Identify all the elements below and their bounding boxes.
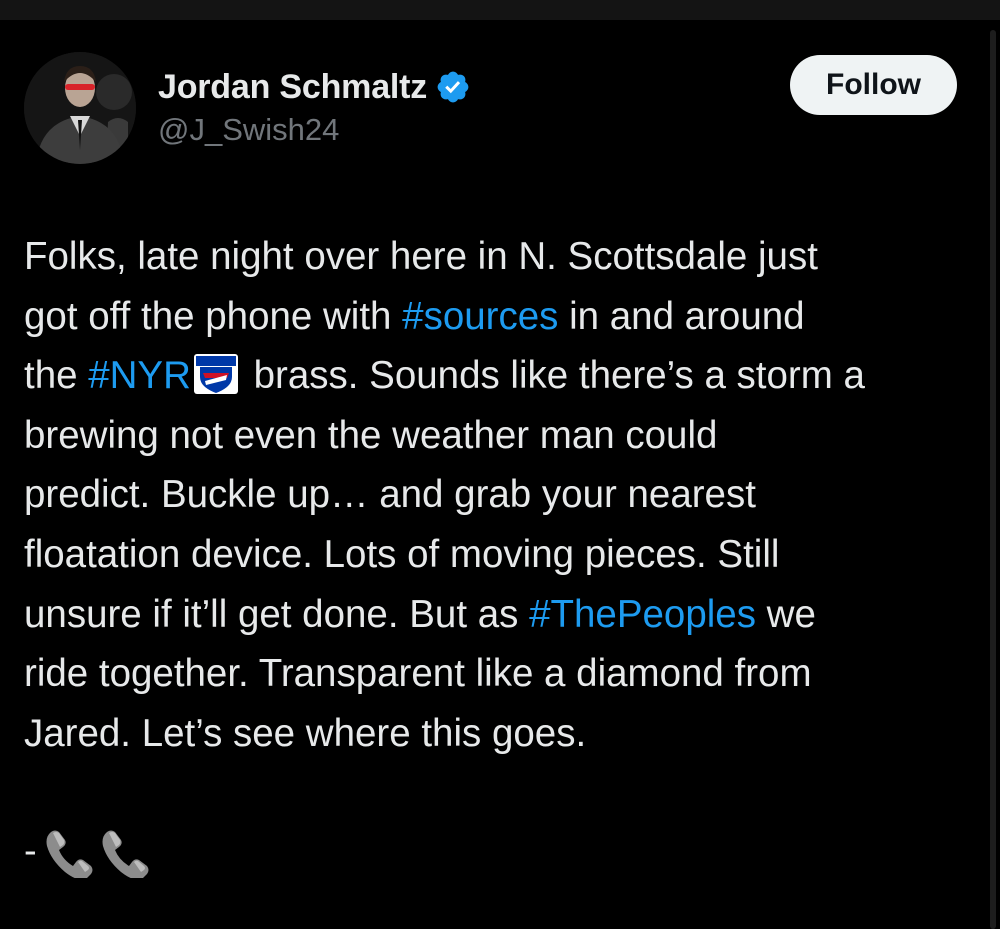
rangers-logo-icon (193, 353, 239, 395)
tweet-text-segment: ride together. Transparent like a diamon… (24, 652, 812, 696)
tweet-text-segment: Jared. Let’s see where this goes. (24, 711, 587, 755)
tweet-line: unsure if it’ll get done. But as #ThePeo… (24, 585, 974, 645)
tweet-text-segment: floatation device. Lots of moving pieces… (24, 532, 780, 576)
tweet-text-segment: got off the phone with (24, 294, 403, 338)
tweet-signoff: - (24, 816, 151, 886)
tweet-line: the #NYR brass. Sounds like there’s a st… (24, 346, 974, 406)
hashtag-link[interactable]: #NYR (88, 354, 191, 397)
author-name-row: Jordan Schmaltz (158, 62, 471, 112)
tweet-text-segment: brass. Sounds like there’s a storm a (242, 354, 865, 398)
follow-button[interactable]: Follow (790, 55, 957, 115)
author-handle[interactable]: @J_Swish24 (158, 112, 339, 148)
tweet-line: got off the phone with #sources in and a… (24, 287, 974, 347)
tweet-line: ride together. Transparent like a diamon… (24, 644, 974, 704)
telephone-icon (41, 824, 95, 880)
tweet-text-segment: brewing not even the weather man could (24, 413, 718, 457)
avatar[interactable] (24, 52, 136, 164)
tweet-line: floatation device. Lots of moving pieces… (24, 525, 974, 585)
signoff-dash: - (24, 829, 37, 872)
tweet-text-segment: in and around (558, 294, 805, 338)
tweet-line: brewing not even the weather man could (24, 406, 974, 466)
telephone-icon (97, 824, 151, 880)
author-name[interactable]: Jordan Schmaltz (158, 68, 427, 107)
tweet-text: Folks, late night over here in N. Scotts… (24, 227, 974, 763)
verified-badge-icon (435, 69, 471, 105)
tweet-line: Folks, late night over here in N. Scotts… (24, 227, 974, 287)
tweet-text-segment: Folks, late night over here in N. Scotts… (24, 235, 818, 278)
tweet-text-segment: the (24, 354, 89, 398)
tweet-line: Jared. Let’s see where this goes. (24, 704, 974, 764)
tweet-line: predict. Buckle up… and grab your neares… (24, 465, 974, 525)
profile-photo (24, 52, 136, 164)
hashtag-link[interactable]: #ThePeoples (529, 593, 756, 636)
hashtag-link[interactable]: #sources (402, 295, 558, 338)
tweet-text-segment: we (755, 592, 816, 636)
tweet-text-segment: unsure if it’ll get done. But as (24, 592, 530, 636)
top-status-strip (0, 0, 1000, 20)
scrollbar[interactable] (990, 30, 996, 929)
tweet-text-segment: predict. Buckle up… and grab your neares… (24, 473, 756, 517)
